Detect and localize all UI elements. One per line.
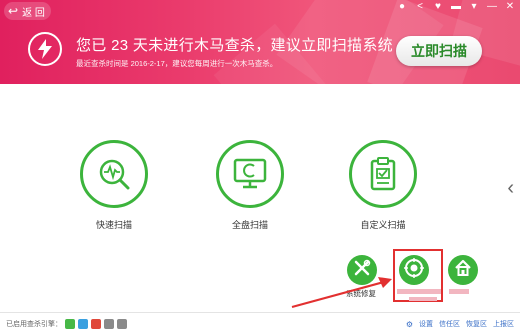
minimize-button[interactable]: —	[486, 0, 498, 14]
home-protection-button[interactable]	[448, 255, 478, 285]
scan-reminder-headline: 您已 23 天未进行木马查杀，建议立即扫描系统	[76, 37, 393, 54]
engine-cloud-icon[interactable]	[65, 318, 75, 329]
settings-link[interactable]: 设置	[419, 319, 433, 329]
share-icon[interactable]: <	[414, 0, 426, 14]
pulse-monitor-icon[interactable]	[80, 140, 148, 208]
quick-scan-option[interactable]: 快速扫描	[69, 140, 159, 231]
full-scan-option[interactable]: 全盘扫描	[205, 140, 295, 231]
computer-monitor-icon[interactable]	[216, 140, 284, 208]
custom-scan-label: 自定义扫描	[360, 220, 406, 230]
scan-now-button[interactable]: 立即扫描	[396, 36, 482, 66]
back-arrow-icon: ↩	[8, 4, 19, 18]
home-icon	[454, 259, 472, 282]
back-label: 返 回	[22, 7, 45, 19]
blurred-label	[449, 289, 469, 294]
skin-icon[interactable]: ▬	[450, 0, 462, 14]
favorite-icon[interactable]: ♥	[432, 0, 444, 14]
trust-zone-link[interactable]: 信任区	[439, 319, 460, 329]
report-zone-link[interactable]: 上报区	[493, 319, 514, 329]
quick-scan-label: 快速扫描	[95, 220, 132, 230]
full-scan-label: 全盘扫描	[231, 220, 268, 230]
engine-qex-icon[interactable]	[117, 318, 127, 329]
red-pointer-arrow	[291, 277, 392, 309]
custom-checklist-icon[interactable]	[349, 140, 417, 208]
blurred-label	[397, 289, 441, 294]
last-scan-info: 最近查杀时间是 2016-2-17，建议您每周进行一次木马查杀。	[76, 59, 278, 68]
window-controls: ● < ♥ ▬ ▾ — ✕	[396, 0, 516, 14]
footer-links: ⚙ 设置 信任区 恢复区 上报区	[406, 313, 514, 334]
highlight-annotation	[393, 249, 443, 302]
restore-zone-link[interactable]: 恢复区	[466, 319, 487, 329]
custom-scan-option[interactable]: 自定义扫描	[338, 140, 428, 231]
user-avatar-icon[interactable]: ●	[396, 0, 408, 14]
menu-dropdown-icon[interactable]: ▾	[468, 0, 480, 14]
header-banner: ↩ 返 回 ● < ♥ ▬ ▾ — ✕ 您已 23 天未进行木马查杀，建议立即扫…	[0, 0, 520, 84]
lightning-icon	[28, 32, 62, 66]
chevron-left-icon[interactable]: ‹	[507, 178, 514, 198]
engine-avira-icon[interactable]	[91, 318, 101, 329]
blurred-label	[409, 297, 437, 301]
engine-qvm-icon[interactable]	[78, 318, 88, 329]
close-button[interactable]: ✕	[504, 0, 516, 14]
status-footer: 已启用查杀引擎： ⚙ 设置 信任区 恢复区 上报区	[0, 312, 520, 334]
back-button[interactable]: ↩ 返 回	[4, 2, 51, 20]
engine-label: 已启用查杀引擎：	[6, 320, 62, 328]
engine-system-repair-icon[interactable]	[104, 318, 114, 329]
gear-icon: ⚙	[405, 319, 413, 329]
